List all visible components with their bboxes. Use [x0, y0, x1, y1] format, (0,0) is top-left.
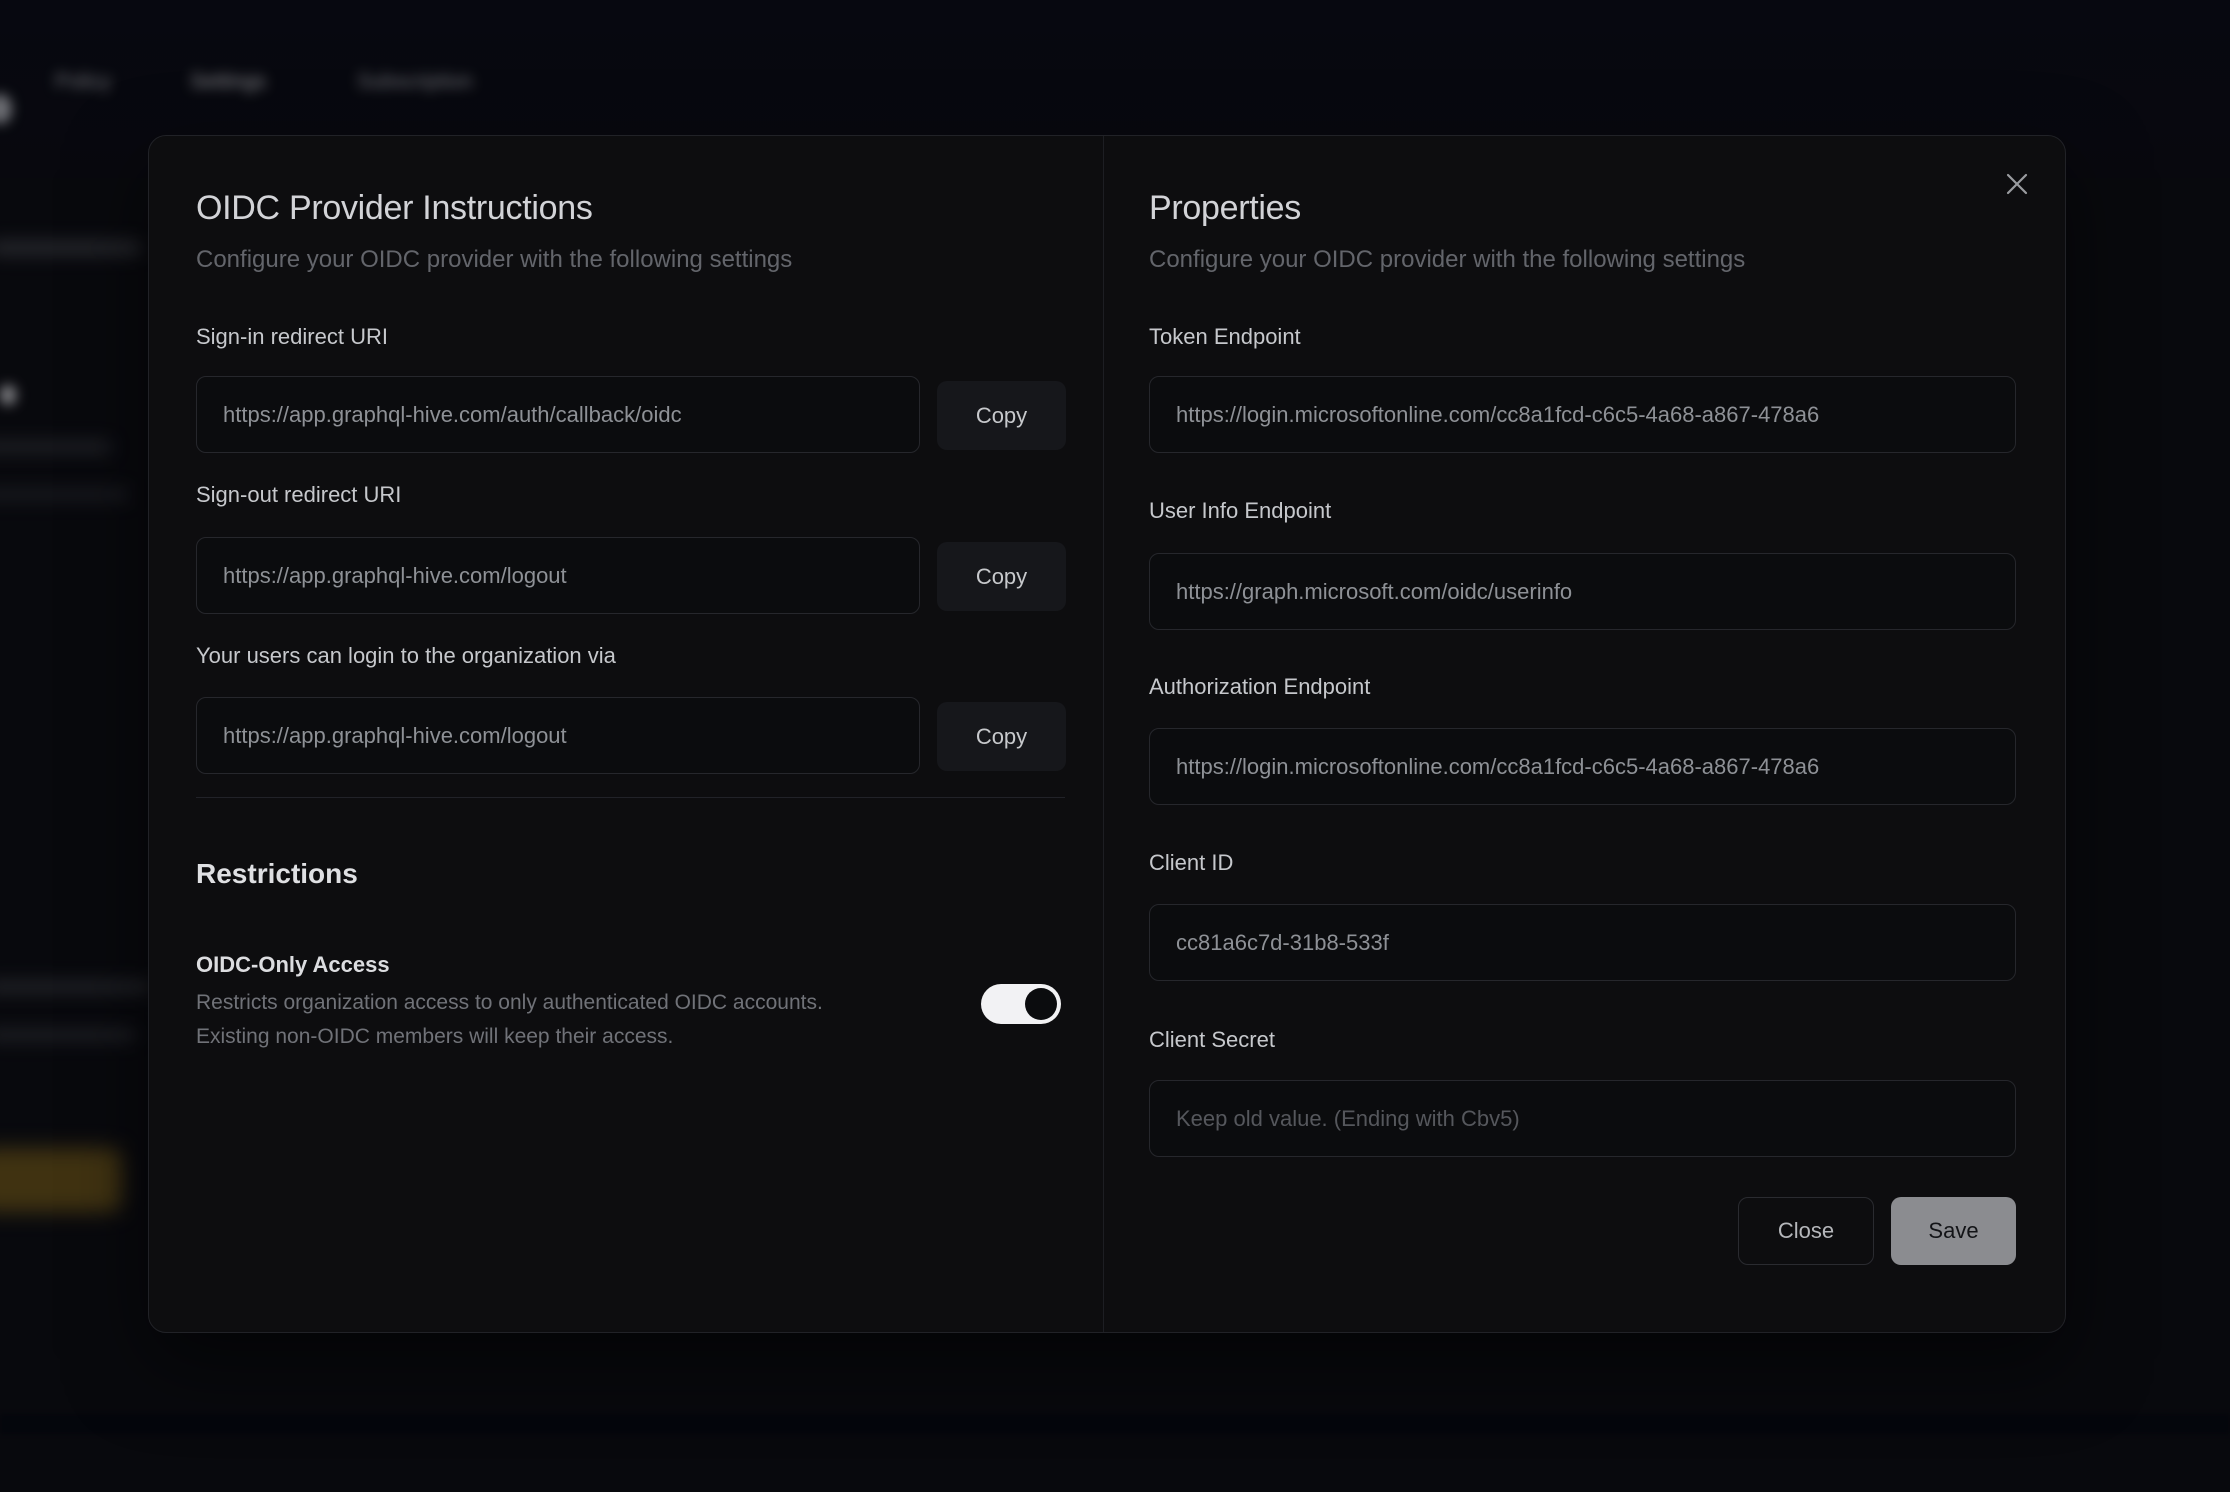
client-id-input[interactable] — [1149, 904, 2016, 981]
authorization-endpoint-input[interactable] — [1149, 728, 2016, 805]
copy-sign-out-button[interactable]: Copy — [937, 542, 1066, 611]
token-endpoint-label: Token Endpoint — [1149, 324, 1301, 350]
sign-in-redirect-input[interactable] — [196, 376, 920, 453]
login-via-input[interactable] — [196, 697, 920, 774]
user-info-endpoint-input[interactable] — [1149, 553, 2016, 630]
oidc-only-description-line2: Existing non-OIDC members will keep thei… — [196, 1025, 673, 1049]
oidc-only-toggle[interactable] — [981, 984, 1061, 1024]
oidc-only-description-line1: Restricts organization access to only au… — [196, 991, 823, 1015]
oidc-settings-dialog: OIDC Provider Instructions Configure you… — [148, 135, 2066, 1333]
client-secret-label: Client Secret — [1149, 1027, 1275, 1053]
token-endpoint-input[interactable] — [1149, 376, 2016, 453]
column-divider — [1103, 136, 1104, 1332]
copy-login-via-button[interactable]: Copy — [937, 702, 1066, 771]
save-button[interactable]: Save — [1891, 1197, 2016, 1265]
dialog-close-button[interactable] — [1994, 161, 2040, 207]
toggle-thumb — [1025, 988, 1057, 1020]
user-info-endpoint-label: User Info Endpoint — [1149, 498, 1331, 524]
sign-out-redirect-input[interactable] — [196, 537, 920, 614]
client-secret-input[interactable] — [1149, 1080, 2016, 1157]
copy-sign-in-button[interactable]: Copy — [937, 381, 1066, 450]
screen: Policy Settings Subscription OIDC Provid… — [0, 0, 2230, 1492]
properties-title: Properties — [1149, 189, 1301, 228]
close-icon — [2004, 171, 2030, 197]
authorization-endpoint-label: Authorization Endpoint — [1149, 674, 1370, 700]
restrictions-title: Restrictions — [196, 858, 358, 890]
instructions-subtitle: Configure your OIDC provider with the fo… — [196, 246, 792, 274]
properties-subtitle: Configure your OIDC provider with the fo… — [1149, 246, 1745, 274]
oidc-only-access-label: OIDC-Only Access — [196, 952, 390, 978]
instructions-title: OIDC Provider Instructions — [196, 189, 593, 228]
sign-out-redirect-label: Sign-out redirect URI — [196, 482, 401, 508]
login-via-label: Your users can login to the organization… — [196, 643, 616, 669]
sign-in-redirect-label: Sign-in redirect URI — [196, 324, 388, 350]
client-id-label: Client ID — [1149, 850, 1233, 876]
restrictions-divider — [196, 797, 1065, 798]
close-button[interactable]: Close — [1738, 1197, 1874, 1265]
